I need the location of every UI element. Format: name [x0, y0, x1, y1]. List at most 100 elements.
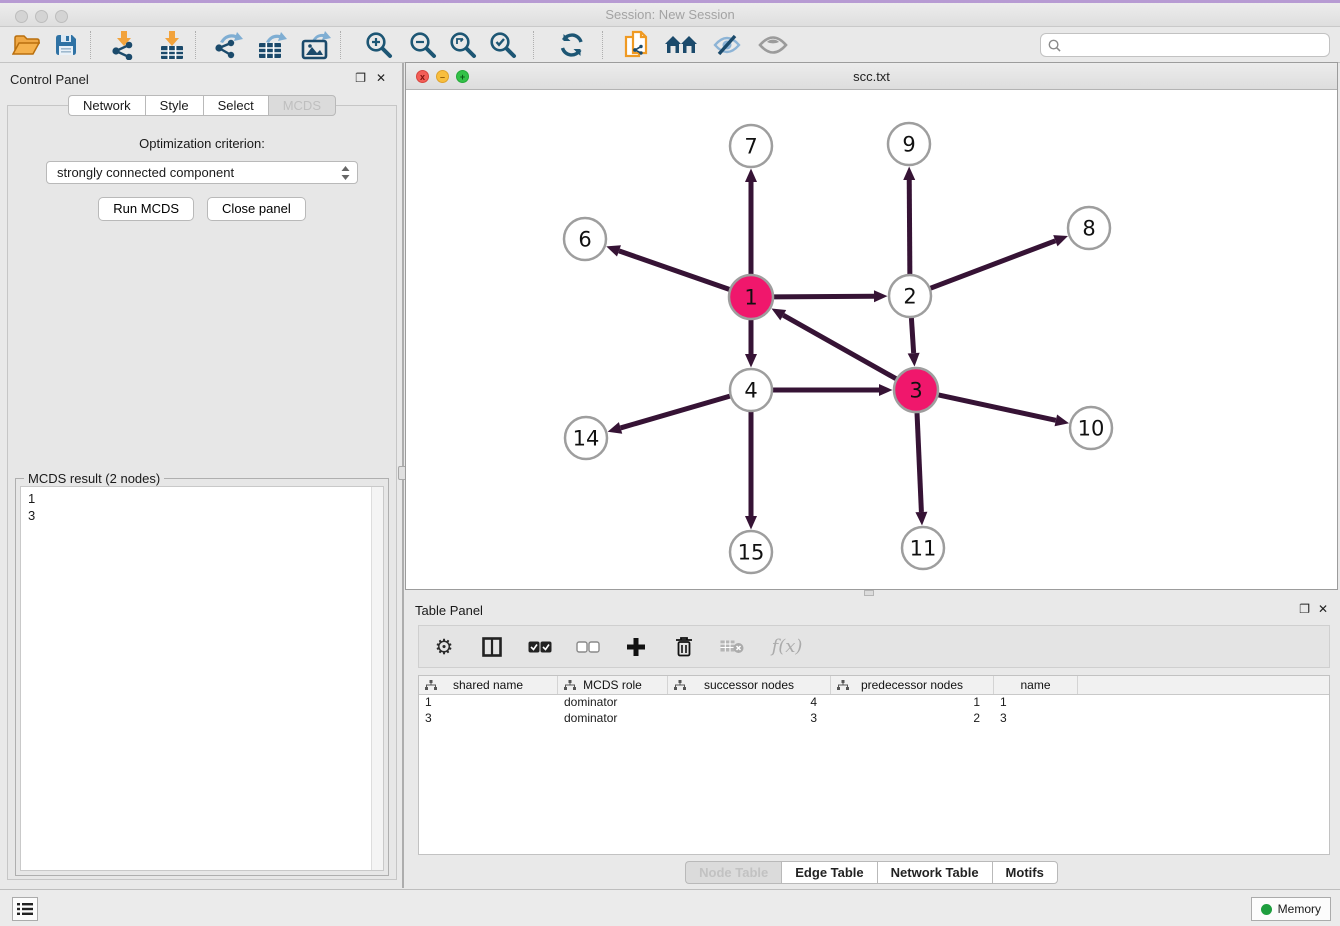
node-table-header: shared name MCDS role successor nodes pr…	[419, 676, 1329, 695]
table-float-icon[interactable]: ❐	[1299, 603, 1310, 615]
import-table-icon	[156, 30, 186, 60]
graph-node-label: 7	[744, 135, 757, 159]
network-window-titlebar[interactable]: x – + scc.txt	[406, 63, 1337, 90]
node-table[interactable]: shared name MCDS role successor nodes pr…	[418, 675, 1330, 855]
clone-network-button[interactable]	[617, 29, 657, 61]
export-network-button[interactable]	[208, 29, 248, 61]
table-row[interactable]: 3dominator323	[419, 711, 1329, 727]
table-toolbar: ⚙	[418, 625, 1330, 668]
column-label: MCDS role	[583, 678, 642, 692]
tab-edge-table[interactable]: Edge Table	[781, 861, 876, 884]
table-cell[interactable]: 3	[668, 711, 831, 727]
hierarchy-icon	[564, 680, 576, 691]
network-table-splitter-handle[interactable]	[864, 590, 874, 596]
unchecked-boxes-icon	[576, 641, 600, 653]
search-input[interactable]	[1066, 38, 1329, 53]
show-columns-button[interactable]	[527, 634, 553, 660]
graph-edge-1-2[interactable]	[774, 296, 874, 297]
graph-edge-3-1[interactable]	[783, 315, 896, 379]
criterion-select[interactable]: strongly connected component	[46, 161, 358, 184]
zoom-selected-button[interactable]	[483, 29, 523, 61]
function-builder-button[interactable]: f(x)	[767, 634, 807, 660]
column-header-successor-nodes[interactable]: successor nodes	[668, 676, 831, 694]
delete-column-button[interactable]	[671, 634, 697, 660]
hierarchy-icon	[837, 680, 849, 691]
export-table-button[interactable]	[252, 29, 292, 61]
export-image-button[interactable]	[296, 29, 336, 61]
table-row[interactable]: 1dominator411	[419, 695, 1329, 711]
add-column-button[interactable]	[623, 634, 649, 660]
search-field[interactable]	[1040, 33, 1330, 57]
tab-style[interactable]: Style	[145, 95, 203, 116]
column-label: predecessor nodes	[861, 678, 963, 692]
column-header-mcds-role[interactable]: MCDS role	[558, 676, 668, 694]
network-canvas[interactable]: 7968124314101511	[406, 90, 1337, 589]
zoom-in-button[interactable]	[359, 29, 399, 61]
tab-network-table[interactable]: Network Table	[877, 861, 992, 884]
zoom-out-button[interactable]	[403, 29, 443, 61]
hierarchy-icon	[674, 680, 686, 691]
export-table-icon	[256, 30, 288, 60]
graph-edge-1-6[interactable]	[619, 251, 729, 290]
run-mcds-button[interactable]: Run MCDS	[98, 197, 194, 221]
clone-network-icon	[623, 30, 651, 60]
control-panel-title: Control Panel	[10, 72, 89, 87]
close-panel-icon[interactable]: ✕	[376, 72, 386, 84]
close-panel-button[interactable]: Close panel	[207, 197, 306, 221]
import-network-button[interactable]	[103, 29, 143, 61]
memory-button[interactable]: Memory	[1251, 897, 1331, 921]
list-icon	[17, 902, 33, 916]
column-header-predecessor-nodes[interactable]: predecessor nodes	[831, 676, 994, 694]
graph-node-label: 2	[903, 285, 916, 309]
table-panel: Table Panel ❐ ✕ ⚙	[405, 597, 1338, 888]
graph-edge-2-3[interactable]	[911, 318, 913, 353]
graph-edge-3-11[interactable]	[917, 413, 921, 512]
table-cell[interactable]: dominator	[558, 695, 668, 711]
tab-motifs[interactable]: Motifs	[992, 861, 1058, 884]
table-cell[interactable]: 2	[831, 711, 994, 727]
tab-mcds[interactable]: MCDS	[268, 95, 336, 116]
table-cell[interactable]: 3	[994, 711, 1078, 727]
open-session-button[interactable]	[6, 29, 46, 61]
table-cell[interactable]: 1	[419, 695, 558, 711]
export-image-icon	[300, 30, 332, 60]
table-cell[interactable]: 1	[831, 695, 994, 711]
delete-table-button[interactable]	[719, 634, 745, 660]
graph-edge-3-10[interactable]	[938, 395, 1055, 420]
column-header-name[interactable]: name	[994, 676, 1078, 694]
memory-status-icon	[1261, 904, 1272, 915]
graph-edge-2-8[interactable]	[931, 241, 1056, 288]
result-scrollbar[interactable]	[371, 487, 383, 870]
tab-select[interactable]: Select	[203, 95, 268, 116]
graph-edge-2-9[interactable]	[909, 180, 910, 274]
save-session-button[interactable]	[46, 29, 86, 61]
split-columns-button[interactable]	[479, 634, 505, 660]
show-panel-list-button[interactable]	[12, 897, 38, 921]
table-cell[interactable]: 4	[668, 695, 831, 711]
home-icon	[664, 32, 698, 58]
hide-elements-button[interactable]	[707, 29, 747, 61]
import-table-button[interactable]	[151, 29, 191, 61]
table-panel-title: Table Panel	[415, 603, 483, 618]
checked-boxes-icon	[528, 641, 552, 653]
tab-network[interactable]: Network	[68, 95, 145, 116]
refresh-button[interactable]	[552, 29, 592, 61]
graph-node-label: 14	[573, 427, 600, 451]
table-close-icon[interactable]: ✕	[1318, 603, 1328, 615]
column-header-shared-name[interactable]: shared name	[419, 676, 558, 694]
gear-button[interactable]: ⚙	[431, 634, 457, 660]
window-title: Session: New Session	[0, 7, 1340, 22]
show-elements-button[interactable]	[753, 29, 793, 61]
tab-node-table[interactable]: Node Table	[685, 861, 781, 884]
home-button[interactable]	[661, 29, 701, 61]
hide-columns-button[interactable]	[575, 634, 601, 660]
float-panel-icon[interactable]: ❐	[355, 72, 366, 84]
mcds-result-list[interactable]: 1 3	[20, 486, 384, 871]
save-session-icon	[54, 33, 78, 57]
network-view-window: x – + scc.txt 7968124314101511	[405, 62, 1338, 590]
table-cell[interactable]: 1	[994, 695, 1078, 711]
zoom-fit-button[interactable]	[443, 29, 483, 61]
table-cell[interactable]: 3	[419, 711, 558, 727]
table-cell[interactable]: dominator	[558, 711, 668, 727]
graph-edge-4-14[interactable]	[621, 396, 730, 428]
